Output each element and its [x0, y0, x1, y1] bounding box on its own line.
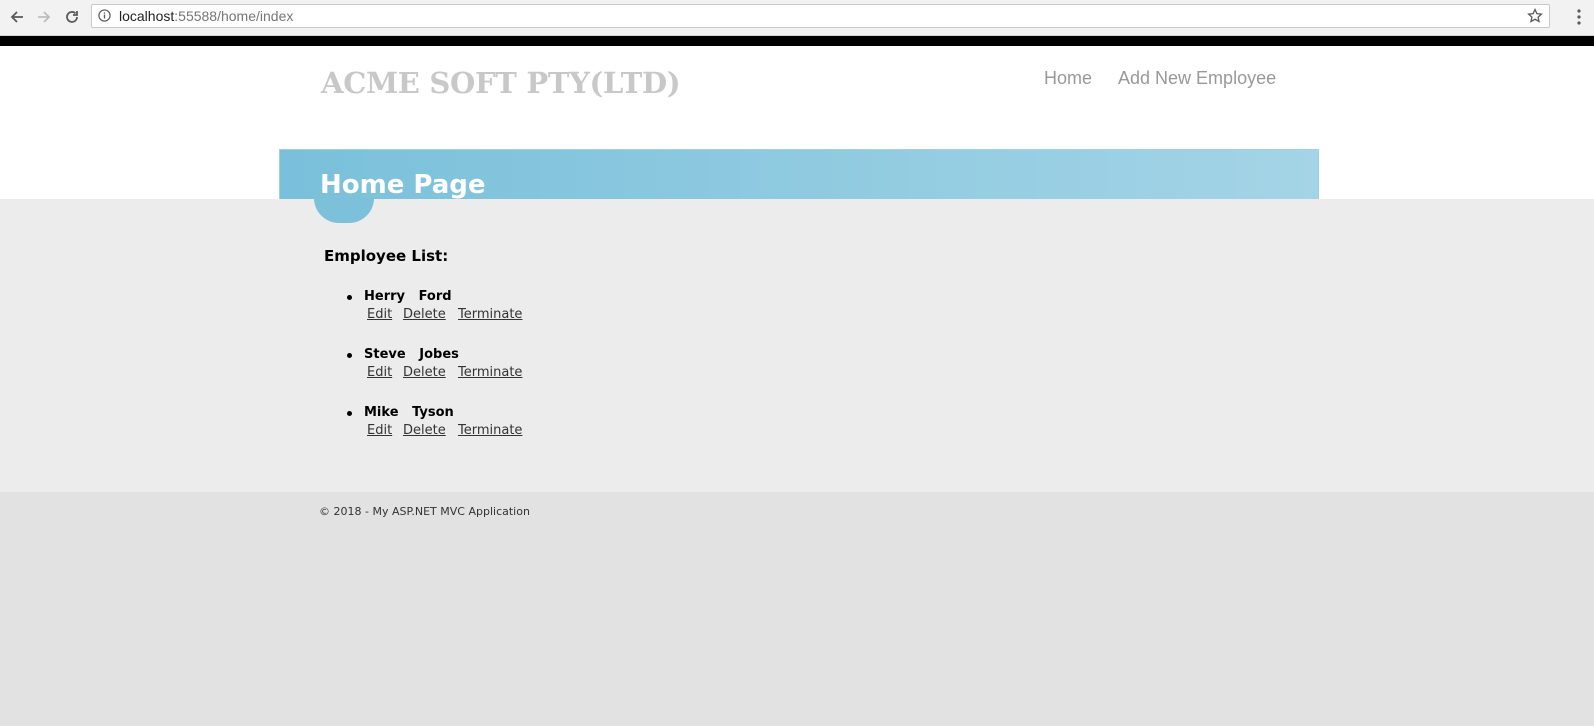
url-text: localhost:55588/home/index: [119, 8, 293, 24]
url-path: :55588/home/index: [174, 8, 294, 24]
banner-tab-decoration: [314, 198, 374, 223]
employee-name: Herry Ford: [364, 289, 452, 304]
delete-link[interactable]: Delete: [403, 307, 446, 322]
bullet: [347, 411, 352, 416]
reload-icon: [66, 11, 78, 23]
bullet: [347, 353, 352, 358]
terminate-link[interactable]: Terminate: [458, 365, 522, 380]
nav-add-employee-link[interactable]: Add New Employee: [1118, 68, 1276, 89]
browser-toolbar: localhost:55588/home/index: [0, 0, 1594, 36]
employee-name: Mike Tyson: [364, 405, 454, 420]
edit-link[interactable]: Edit: [367, 365, 392, 380]
bullet: [347, 295, 352, 300]
site-header: ACME SOFT PTY(LTD) Home Add New Employee…: [0, 46, 1594, 245]
delete-link[interactable]: Delete: [403, 423, 446, 438]
kebab-menu-icon[interactable]: [1576, 9, 1582, 25]
nav-home-link[interactable]: Home: [1044, 68, 1092, 89]
site-title[interactable]: ACME SOFT PTY(LTD): [321, 66, 681, 100]
terminate-link[interactable]: Terminate: [458, 423, 522, 438]
terminate-link[interactable]: Terminate: [458, 307, 522, 322]
main-content: Employee List: Herry Ford Edit Delete Te…: [0, 198, 1594, 492]
page-title: Home Page: [320, 170, 486, 200]
employee-list-heading: Employee List:: [324, 247, 449, 265]
arrow-right-icon: [38, 11, 51, 23]
forward-button[interactable]: [33, 6, 55, 28]
reload-button[interactable]: [61, 6, 83, 28]
employee-name: Steve Jobes: [364, 347, 459, 362]
back-button[interactable]: [6, 6, 28, 28]
black-strip: [0, 36, 1594, 46]
main-nav: Home Add New Employee: [1044, 68, 1276, 89]
arrow-left-icon: [10, 11, 23, 23]
url-host: localhost: [119, 8, 175, 24]
edit-link[interactable]: Edit: [367, 423, 392, 438]
info-icon[interactable]: [98, 9, 111, 22]
bookmark-star-icon[interactable]: [1527, 8, 1543, 24]
address-bar[interactable]: localhost:55588/home/index: [91, 4, 1550, 28]
edit-link[interactable]: Edit: [367, 307, 392, 322]
delete-link[interactable]: Delete: [403, 365, 446, 380]
footer-copyright: © 2018 - My ASP.NET MVC Application: [319, 505, 530, 518]
site-footer: © 2018 - My ASP.NET MVC Application: [0, 492, 1594, 726]
